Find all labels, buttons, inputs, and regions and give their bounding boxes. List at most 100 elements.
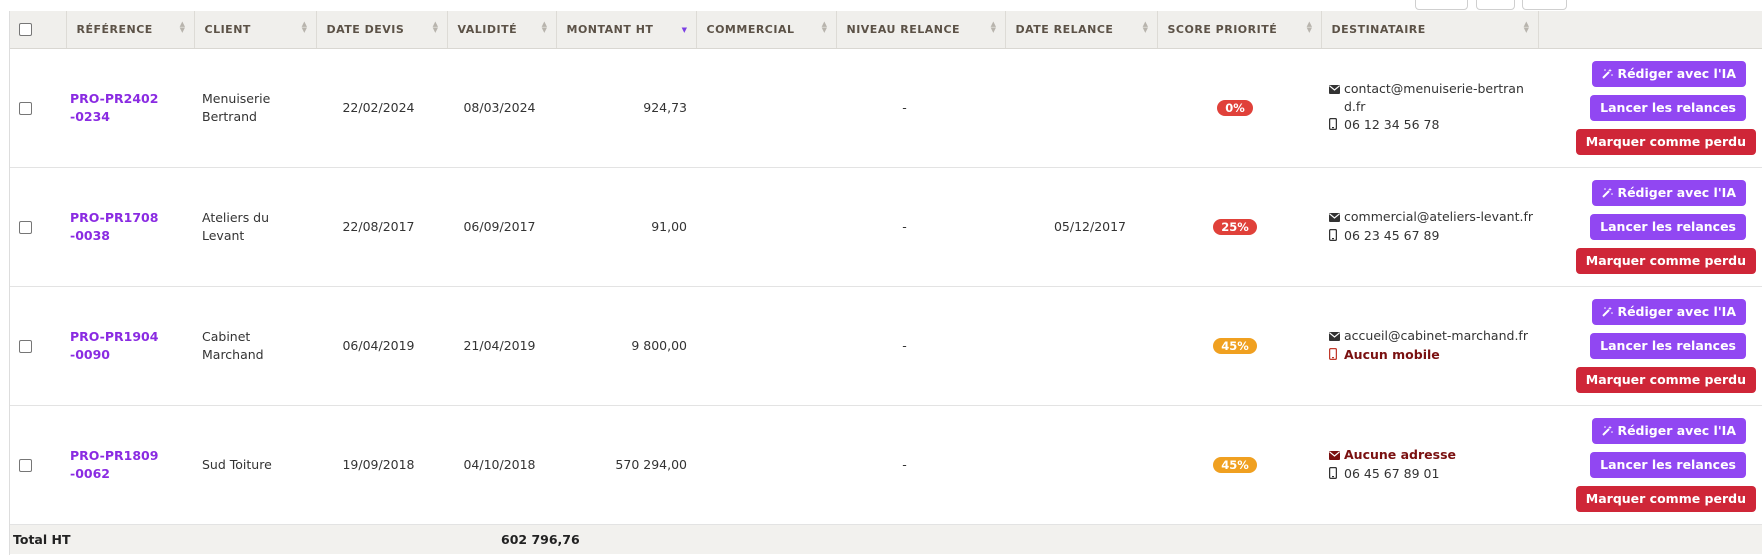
recipient-email[interactable]: commercial@ateliers-levant.fr <box>1344 208 1533 226</box>
draft-with-ai-label: Rédiger avec l'IA <box>1617 423 1736 438</box>
priority-score-badge: 0% <box>1217 99 1253 116</box>
priority-score-badge: 45% <box>1213 456 1257 473</box>
column-header-niveau-relance[interactable]: NIVEAU RELANCE ▲ ▼ <box>836 11 1006 49</box>
column-header-client[interactable]: CLIENT ▲ ▼ <box>194 11 317 49</box>
validity-date: 04/10/2018 <box>463 457 536 472</box>
row-actions: Rédiger avec l'IA Lancer les relances Marq… <box>1538 298 1758 393</box>
draft-with-ai-button[interactable]: Rédiger avec l'IA <box>1592 60 1746 87</box>
sort-arrows-icon[interactable]: ▲▼ <box>682 21 688 34</box>
column-header-score-priorite[interactable]: SCORE PRIORITÉ ▲ ▼ <box>1157 11 1322 49</box>
actions-cell: Rédiger avec l'IA Lancer les relances Marq… <box>1538 167 1762 286</box>
client-name: Menuiserie Bertrand <box>202 90 271 124</box>
client-cell: Sud Toiture <box>194 405 316 524</box>
column-header-commercial[interactable]: COMMERCIAL ▲ ▼ <box>696 11 837 49</box>
priority-score-badge: 25% <box>1213 218 1257 235</box>
recipient-email-line: accueil@cabinet-marchand.fr <box>1329 327 1534 346</box>
actions-cell: Rédiger avec l'IA Lancer les relances Marq… <box>1538 48 1762 167</box>
draft-with-ai-label: Rédiger avec l'IA <box>1617 66 1736 81</box>
column-header-date-devis[interactable]: DATE DEVIS ▲ ▼ <box>316 11 448 49</box>
table-row: PRO-PR1708-0038 Ateliers du Levant 22/08/2… <box>10 167 1762 286</box>
reminder-date <box>1005 405 1157 524</box>
column-header-date-relance[interactable]: DATE RELANCE ▲ ▼ <box>1005 11 1158 49</box>
sort-arrows-icon[interactable]: ▲▼ <box>822 21 828 34</box>
recipient-phone: Aucun mobile <box>1344 346 1440 362</box>
recipient-email[interactable]: contact@menuiserie-bertrand.fr <box>1344 80 1534 116</box>
column-header-reference[interactable]: RÉFÉRENCE ▲ ▼ <box>66 11 195 49</box>
sort-arrows-icon[interactable]: ▲▼ <box>433 21 439 34</box>
sales-rep <box>696 405 836 524</box>
sort-arrows-icon[interactable]: ▲▼ <box>1307 21 1313 34</box>
mobile-phone-icon <box>1328 117 1340 135</box>
reference-cell: PRO-PR1904-0090 <box>66 286 194 405</box>
reference-cell: PRO-PR2402-0234 <box>66 48 194 167</box>
quote-date: 19/09/2018 <box>342 457 415 472</box>
launch-reminders-button[interactable]: Lancer les relances <box>1590 451 1746 478</box>
reminder-level: - <box>902 100 907 115</box>
amount-ht: 924,73 <box>643 100 687 115</box>
launch-reminders-button[interactable]: Lancer les relances <box>1590 332 1746 359</box>
sort-arrows-icon[interactable]: ▲▼ <box>1524 21 1530 34</box>
draft-with-ai-button[interactable]: Rédiger avec l'IA <box>1592 179 1746 206</box>
recipient-cell: contact@menuiserie-bertrand.fr 06 12 34 5… <box>1321 48 1538 167</box>
client-cell: Ateliers du Levant <box>194 167 316 286</box>
row-checkbox[interactable] <box>19 221 32 234</box>
table-row: PRO-PR1904-0090 Cabinet Marchand 06/04/201… <box>10 286 1762 405</box>
quote-reference-link[interactable]: PRO-PR1809-0062 <box>70 447 162 483</box>
actions-cell: Rédiger avec l'IA Lancer les relances Marq… <box>1538 405 1762 524</box>
envelope-icon <box>1329 81 1340 99</box>
mark-as-lost-button[interactable]: Marquer comme perdu <box>1575 366 1756 393</box>
mark-as-lost-button[interactable]: Marquer comme perdu <box>1575 247 1756 274</box>
footer-empty-cell <box>696 524 1762 554</box>
select-all-checkbox[interactable] <box>19 23 32 36</box>
draft-with-ai-label: Rédiger avec l'IA <box>1617 304 1736 319</box>
column-header-destinataire[interactable]: DESTINATAIRE ▲ ▼ <box>1321 11 1539 49</box>
reminder-date <box>1005 48 1157 167</box>
recipient-phone: 06 45 67 89 01 <box>1344 465 1440 481</box>
priority-score-cell: 45% <box>1157 405 1321 524</box>
draft-with-ai-label: Rédiger avec l'IA <box>1617 185 1736 200</box>
draft-with-ai-button[interactable]: Rédiger avec l'IA <box>1592 298 1746 325</box>
mark-as-lost-button[interactable]: Marquer comme perdu <box>1575 128 1756 155</box>
actions-header <box>1538 11 1762 49</box>
actions-cell: Rédiger avec l'IA Lancer les relances Marq… <box>1538 286 1762 405</box>
sort-arrows-icon[interactable]: ▲▼ <box>180 21 186 34</box>
column-header-validite[interactable]: VALIDITÉ ▲ ▼ <box>447 11 557 49</box>
quote-reference-link[interactable]: PRO-PR1904-0090 <box>70 328 162 364</box>
sort-arrows-icon[interactable]: ▲▼ <box>302 21 308 34</box>
recipient-cell: Aucune adresse 06 45 67 89 01 <box>1321 405 1538 524</box>
launch-reminders-button[interactable]: Lancer les relances <box>1590 213 1746 240</box>
row-checkbox[interactable] <box>19 340 32 353</box>
draft-with-ai-button[interactable]: Rédiger avec l'IA <box>1592 417 1746 444</box>
reminder-level: - <box>902 219 907 234</box>
pagination-button-partial[interactable] <box>1522 0 1567 10</box>
quote-reference-link[interactable]: PRO-PR1708-0038 <box>70 209 162 245</box>
quotes-table-container: RÉFÉRENCE ▲ ▼ CLIENT ▲ ▼ DATE DEVIS ▲ ▼ VALIDITÉ ▲… <box>9 11 1762 555</box>
recipient-phone: 06 23 45 67 89 <box>1344 227 1440 243</box>
row-checkbox[interactable] <box>19 102 32 115</box>
column-header-montant-ht[interactable]: MONTANT HT▲▼ <box>556 11 697 49</box>
top-pagination-remnants <box>0 0 1762 11</box>
sort-arrows-icon[interactable]: ▲▼ <box>542 21 548 34</box>
priority-score-cell: 25% <box>1157 167 1321 286</box>
row-actions: Rédiger avec l'IA Lancer les relances Marq… <box>1538 179 1758 274</box>
sort-arrows-icon[interactable]: ▲▼ <box>991 21 997 34</box>
row-checkbox[interactable] <box>19 459 32 472</box>
row-select-cell <box>10 286 66 405</box>
sort-arrows-icon[interactable]: ▲▼ <box>1143 21 1149 34</box>
envelope-icon <box>1329 209 1340 227</box>
reminder-date <box>1005 286 1157 405</box>
pagination-button-partial[interactable] <box>1415 0 1468 10</box>
pagination-button-partial[interactable] <box>1476 0 1515 10</box>
quote-reference-link[interactable]: PRO-PR2402-0234 <box>70 90 162 126</box>
quote-date: 06/04/2019 <box>342 338 415 353</box>
recipient-cell: commercial@ateliers-levant.fr 06 23 45 67… <box>1321 167 1538 286</box>
envelope-icon <box>1329 447 1340 465</box>
recipient-email-line: commercial@ateliers-levant.fr <box>1329 208 1534 227</box>
launch-reminders-button[interactable]: Lancer les relances <box>1590 94 1746 121</box>
mark-as-lost-button[interactable]: Marquer comme perdu <box>1575 485 1756 512</box>
reminder-date: 05/12/2017 <box>1053 219 1127 234</box>
amount-ht: 9 800,00 <box>631 338 687 353</box>
recipient-email[interactable]: accueil@cabinet-marchand.fr <box>1344 327 1528 345</box>
recipient-phone-line: 06 12 34 56 78 <box>1328 116 1534 135</box>
priority-score-badge: 45% <box>1213 337 1257 354</box>
